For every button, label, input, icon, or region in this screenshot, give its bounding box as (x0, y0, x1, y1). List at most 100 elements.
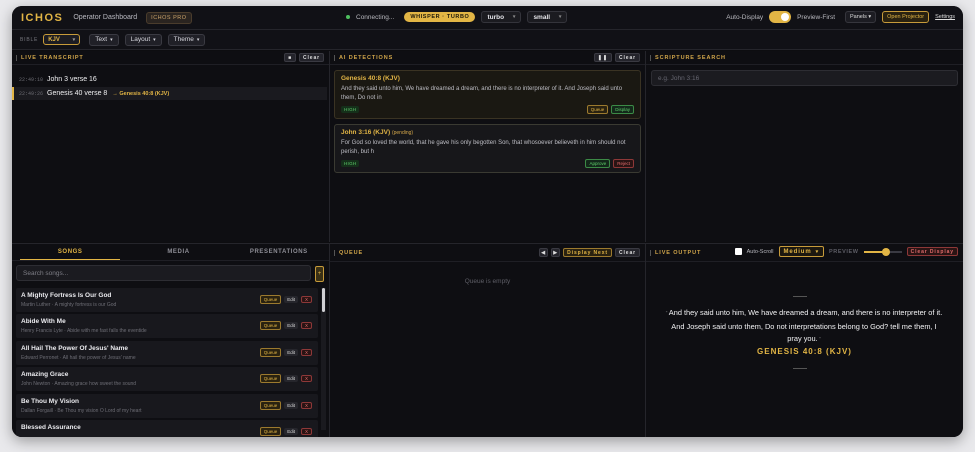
edit-button[interactable]: Edit (284, 428, 298, 435)
theme-menu-label: Theme (173, 36, 194, 43)
panel-header: SCRIPTURE SEARCH (646, 51, 963, 65)
divider (793, 368, 807, 369)
bible-version-select[interactable]: KJV ▾ (43, 34, 81, 45)
detection-actions: Queue Display (586, 105, 634, 114)
auto-scroll-label: Auto-Scroll (746, 248, 774, 255)
preview-slider[interactable] (863, 247, 902, 256)
detection-text: And they said unto him, We have dreamed … (341, 86, 623, 101)
pause-icon[interactable]: ❚❚ (593, 53, 612, 62)
quote-mark-icon: ” (817, 337, 821, 343)
song-actions: Queue Edit X (259, 427, 312, 436)
song-subtitle: Martin Luther · A mighty fortress is our… (21, 302, 117, 308)
connection-status: Connecting... (356, 13, 395, 21)
chevron-down-icon: ▾ (72, 36, 76, 43)
song-item[interactable]: Amazing Grace John Newton · Amazing grac… (16, 367, 318, 391)
panel-controls: ◀ ▶ Display Next Clear (539, 248, 640, 257)
auto-display-toggle[interactable] (769, 11, 792, 23)
tab-songs[interactable]: SONGS (20, 244, 121, 260)
song-actions: Queue Edit X (259, 321, 312, 330)
drag-handle-icon[interactable] (334, 250, 335, 256)
panel-title: LIVE TRANSCRIPT (21, 54, 84, 61)
edit-button[interactable]: Edit (284, 349, 298, 356)
queue-button[interactable]: Queue (586, 105, 609, 114)
delete-button[interactable]: X (300, 349, 312, 356)
song-item[interactable]: All Hail The Power Of Jesus' Name Edward… (16, 341, 318, 365)
tab-presentations[interactable]: PRESENTATIONS (229, 244, 329, 260)
song-item[interactable]: Abide With Me Henry Francis Lyte · Abide… (16, 314, 318, 338)
open-projector-button[interactable]: Open Projector (882, 11, 930, 23)
delete-button[interactable]: X (300, 402, 312, 409)
drag-handle-icon[interactable] (334, 55, 335, 61)
scrollbar-thumb[interactable] (322, 288, 325, 312)
edit-button[interactable]: Edit (284, 402, 298, 409)
song-title: A Mighty Fortress Is Our God (21, 292, 112, 299)
live-transcript-panel: LIVE TRANSCRIPT ■ Clear 22:49:10 John 3 … (12, 51, 330, 242)
detected-reference-link[interactable]: → Genesis 40:8 (KJV) (112, 91, 169, 97)
add-song-button[interactable]: + (315, 266, 324, 282)
edit-button[interactable]: Edit (284, 322, 298, 329)
size-select-value: small (533, 13, 551, 21)
output-size-select[interactable]: Medium ▾ (778, 246, 825, 257)
queue-empty-message: Queue is empty (464, 278, 511, 285)
drag-handle-icon[interactable] (650, 250, 651, 256)
song-item[interactable]: Blessed Assurance Queue Edit X (16, 420, 318, 437)
output-reference: GENESIS 40:8 (KJV) (757, 347, 852, 356)
song-title: Amazing Grace (21, 371, 69, 378)
song-item[interactable]: Be Thou My Vision Dallan Forgaill · Be T… (16, 394, 318, 418)
auto-scroll-checkbox[interactable] (734, 248, 742, 255)
detection-card[interactable]: Genesis 40:8 (KJV) And they said unto hi… (334, 70, 641, 119)
queue-button[interactable]: Queue (259, 321, 282, 330)
chevron-down-icon: ▾ (153, 36, 156, 43)
queue-button[interactable]: Queue (259, 374, 282, 383)
clear-transcript-button[interactable]: Clear (298, 53, 324, 62)
engine-status: Connecting... WHISPER · TURBO turbo ▾ sma… (346, 11, 568, 23)
next-icon[interactable]: ▶ (551, 248, 561, 257)
model-select[interactable]: turbo ▾ (481, 11, 522, 23)
previous-icon[interactable]: ◀ (539, 248, 549, 257)
song-item[interactable]: A Mighty Fortress Is Our God Martin Luth… (16, 288, 318, 312)
queue-button[interactable]: Queue (259, 427, 282, 436)
stop-icon[interactable]: ■ (284, 53, 296, 62)
scripture-search-input[interactable]: e.g. John 3:16 (651, 70, 958, 86)
text-menu-button[interactable]: Text ▾ (89, 33, 119, 46)
queue-button[interactable]: Queue (259, 401, 282, 410)
edit-button[interactable]: Edit (284, 375, 298, 382)
display-button[interactable]: Display (611, 105, 634, 114)
settings-link[interactable]: Settings (935, 14, 955, 20)
delete-button[interactable]: X (300, 296, 312, 303)
song-list-scrollbar[interactable] (321, 288, 326, 430)
reject-button[interactable]: Reject (613, 159, 634, 168)
layout-menu-label: Layout (130, 36, 151, 43)
theme-menu-button[interactable]: Theme ▾ (167, 33, 206, 46)
delete-button[interactable]: X (300, 428, 312, 435)
transcript-line[interactable]: 22:49:10 John 3 verse 16 (12, 73, 329, 86)
queue-button[interactable]: Queue (259, 348, 282, 357)
confidence-badge: HIGH (341, 160, 360, 167)
clear-display-button[interactable]: Clear Display (906, 247, 958, 256)
edit-button[interactable]: Edit (284, 296, 298, 303)
drag-handle-icon[interactable] (650, 55, 651, 61)
song-actions: Queue Edit X (259, 374, 312, 383)
preview-label: PREVIEW (829, 248, 859, 255)
layout-menu-button[interactable]: Layout ▾ (124, 33, 162, 46)
approve-button[interactable]: Approve (585, 159, 611, 168)
engine-badge: WHISPER · TURBO (404, 12, 476, 22)
transcript-text: John 3 verse 16 (47, 76, 97, 83)
verse-text: And they said unto him, We have dreamed … (668, 308, 943, 343)
delete-button[interactable]: X (300, 375, 312, 382)
delete-button[interactable]: X (300, 322, 312, 329)
drag-handle-icon[interactable] (16, 55, 17, 61)
clear-queue-button[interactable]: Clear (614, 248, 640, 257)
format-toolbar: BIBLE KJV ▾ Text ▾ Layout ▾ Theme ▾ (12, 30, 963, 50)
slider-knob[interactable] (882, 247, 891, 256)
panels-menu-button[interactable]: Panels ▾ (845, 11, 877, 23)
song-subtitle: Henry Francis Lyte · Abide with me fast … (21, 328, 147, 334)
song-search-input[interactable]: Search songs... (16, 265, 311, 281)
clear-detections-button[interactable]: Clear (614, 53, 640, 62)
tab-media[interactable]: MEDIA (128, 244, 228, 260)
size-select[interactable]: small ▾ (527, 11, 568, 23)
display-next-button[interactable]: Display Next (563, 248, 612, 257)
transcript-line[interactable]: 22:49:26 Genesis 40 verse 8 → Genesis 40… (12, 87, 327, 100)
queue-button[interactable]: Queue (259, 295, 282, 304)
detection-card[interactable]: John 3:16 (KJV) (pending) For God so lov… (334, 124, 641, 173)
